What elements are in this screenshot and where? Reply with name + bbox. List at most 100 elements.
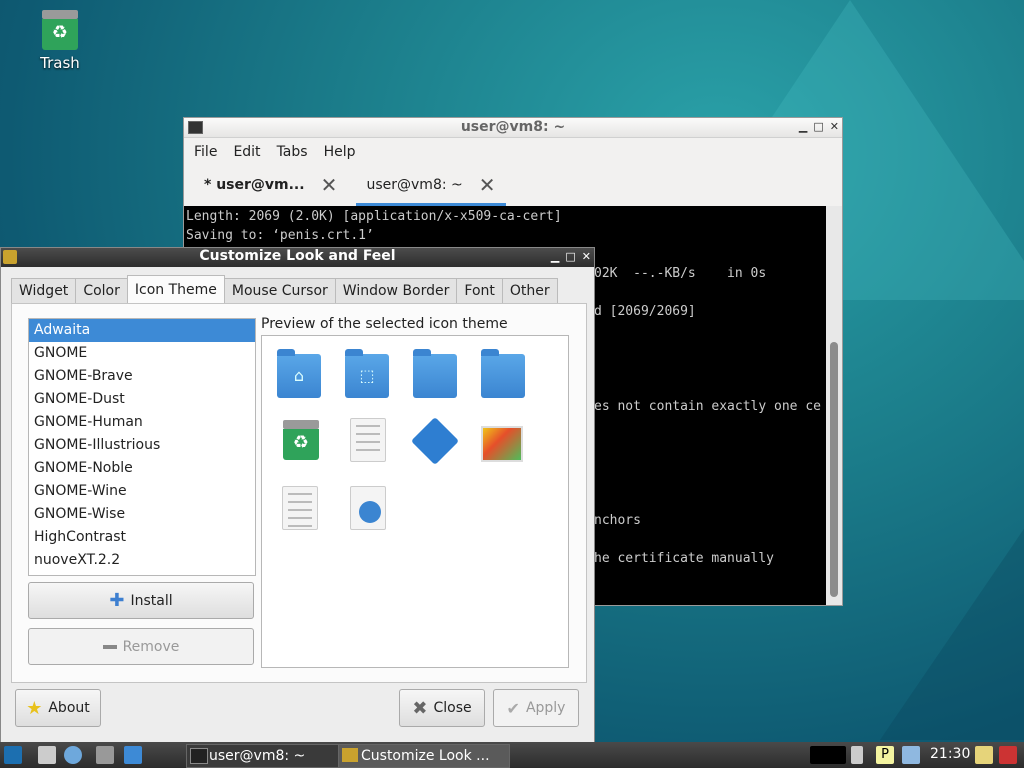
icon-theme-list[interactable]: Adwaita GNOME GNOME-Brave GNOME-Dust GNO… xyxy=(28,318,256,576)
apply-label: Apply xyxy=(525,700,566,716)
list-item[interactable]: GNOME-Dust xyxy=(29,388,255,411)
terminal-menubar: File Edit Tabs Help xyxy=(184,138,842,166)
screenshot-icon[interactable] xyxy=(975,746,993,764)
terminal-line: d [2069/2069] xyxy=(594,304,696,319)
cpu-monitor xyxy=(810,746,846,764)
terminal-line: Length: 2069 (2.0K) [application/x-x509-… xyxy=(186,209,562,224)
close-label: Close xyxy=(433,700,472,716)
task-customize[interactable]: Customize Look ... xyxy=(338,744,510,768)
terminal-titlebar[interactable]: user@vm8: ~ ▁ □ ✕ xyxy=(184,118,842,138)
close-button[interactable]: ✖ Close xyxy=(399,689,485,727)
tab-other[interactable]: Other xyxy=(501,278,558,303)
plus-icon: ✚ xyxy=(109,590,125,611)
preferences-gear-icon xyxy=(410,416,460,466)
minus-icon xyxy=(102,644,117,649)
icon-theme-panel: Adwaita GNOME GNOME-Brave GNOME-Dust GNO… xyxy=(11,303,587,683)
tab-font[interactable]: Font xyxy=(456,278,503,303)
tab-color[interactable]: Color xyxy=(75,278,128,303)
document-icon xyxy=(350,418,386,462)
about-label: About xyxy=(48,700,90,716)
image-icon xyxy=(481,426,523,462)
list-item[interactable]: GNOME-Brave xyxy=(29,365,255,388)
text-file-icon xyxy=(282,486,318,530)
file-manager-icon[interactable] xyxy=(38,746,56,764)
remove-button[interactable]: Remove xyxy=(28,628,254,665)
terminal-line: he certificate manually xyxy=(594,551,775,566)
customize-dialog[interactable]: Customize Look and Feel ▁ □ ✕ Widget Col… xyxy=(0,247,595,744)
trash-icon xyxy=(42,10,78,50)
task-label: Customize Look ... xyxy=(361,748,490,764)
volume-icon[interactable] xyxy=(851,746,863,764)
close-tab-icon[interactable]: ✕ xyxy=(321,173,338,197)
show-desktop-icon[interactable] xyxy=(124,746,142,764)
dialog-tabstrip: Widget Color Icon Theme Mouse Cursor Win… xyxy=(11,275,558,303)
terminal-tab-1[interactable]: * user@vm... ✕ xyxy=(204,166,337,203)
about-button[interactable]: ★ About xyxy=(15,689,101,727)
list-item[interactable]: HighContrast xyxy=(29,526,255,549)
taskbar: user@vm8: ~ Customize Look ... P 21:30 xyxy=(0,742,1024,768)
scrollbar-thumb[interactable] xyxy=(830,342,838,597)
terminal-app-icon xyxy=(190,748,208,764)
menu-file[interactable]: File xyxy=(194,144,217,160)
appearance-app-icon xyxy=(342,748,358,762)
network-folder-icon xyxy=(481,349,525,398)
clipboard-icon[interactable]: P xyxy=(876,746,894,764)
folder-icon xyxy=(413,349,457,398)
trash-label: Trash xyxy=(40,54,80,72)
install-button[interactable]: ✚ Install xyxy=(28,582,254,619)
menu-help[interactable]: Help xyxy=(324,144,356,160)
apply-button[interactable]: ✔ Apply xyxy=(493,689,579,727)
remove-label: Remove xyxy=(122,638,180,655)
dialog-titlebar[interactable]: Customize Look and Feel ▁ □ ✕ xyxy=(1,248,594,267)
list-item[interactable]: GNOME-Human xyxy=(29,411,255,434)
list-item[interactable]: GNOME-Noble xyxy=(29,457,255,480)
list-item[interactable]: GNOME-Illustrious xyxy=(29,434,255,457)
close-icon[interactable]: ✕ xyxy=(582,250,591,263)
terminal-tab-label: user@vm8: ~ xyxy=(366,176,463,193)
web-browser-icon[interactable] xyxy=(64,746,82,764)
clock[interactable]: 21:30 xyxy=(930,746,970,762)
close-tab-icon[interactable]: ✕ xyxy=(479,173,496,197)
home-folder-icon: ⌂ xyxy=(277,349,321,398)
preview-label: Preview of the selected icon theme xyxy=(261,316,508,332)
menu-edit[interactable]: Edit xyxy=(233,144,260,160)
dialog-title: Customize Look and Feel xyxy=(199,248,396,264)
minimize-icon[interactable]: ▁ xyxy=(551,250,559,263)
trash-icon xyxy=(279,420,323,464)
minimize-icon[interactable]: ▁ xyxy=(799,120,807,133)
close-icon[interactable]: ✕ xyxy=(830,120,839,133)
terminal-line: es not contain exactly one ce xyxy=(594,399,821,414)
terminal-scrollbar[interactable] xyxy=(826,206,842,605)
close-x-icon: ✖ xyxy=(412,697,428,719)
html-file-icon xyxy=(350,486,386,530)
window-switch-icon[interactable] xyxy=(96,746,114,764)
terminal-title: user@vm8: ~ xyxy=(460,119,566,135)
start-menu-icon[interactable] xyxy=(4,746,22,764)
list-item[interactable]: GNOME-Wine xyxy=(29,480,255,503)
icon-preview-area: ⌂ ⬚ xyxy=(261,335,569,668)
list-item[interactable]: GNOME xyxy=(29,342,255,365)
terminal-tabbar: * user@vm... ✕ user@vm8: ~ ✕ xyxy=(184,166,842,207)
task-terminal[interactable]: user@vm8: ~ xyxy=(186,744,358,768)
maximize-icon[interactable]: □ xyxy=(565,250,575,263)
desktop-folder-icon: ⬚ xyxy=(345,349,389,398)
terminal-line: nchors xyxy=(594,513,641,528)
tab-icon-theme[interactable]: Icon Theme xyxy=(126,275,225,303)
maximize-icon[interactable]: □ xyxy=(813,120,823,133)
terminal-tab-2[interactable]: user@vm8: ~ ✕ xyxy=(356,166,506,206)
trash-desktop-icon[interactable]: Trash xyxy=(30,10,90,72)
tab-mouse-cursor[interactable]: Mouse Cursor xyxy=(223,278,336,303)
menu-tabs[interactable]: Tabs xyxy=(277,144,308,160)
tab-window-border[interactable]: Window Border xyxy=(334,278,458,303)
logout-icon[interactable] xyxy=(999,746,1017,764)
list-item[interactable]: nuoveXT.2.2 xyxy=(29,549,255,572)
terminal-line: Saving to: ‘penis.crt.1’ xyxy=(186,228,374,243)
list-item[interactable]: GNOME-Wise xyxy=(29,503,255,526)
network-icon[interactable] xyxy=(902,746,920,764)
list-item[interactable]: Adwaita xyxy=(29,319,255,342)
tab-widget[interactable]: Widget xyxy=(11,278,77,303)
task-label: user@vm8: ~ xyxy=(209,748,306,764)
checkmark-icon: ✔ xyxy=(506,698,520,718)
install-label: Install xyxy=(130,592,173,609)
terminal-tab-label: * user@vm... xyxy=(204,176,305,193)
